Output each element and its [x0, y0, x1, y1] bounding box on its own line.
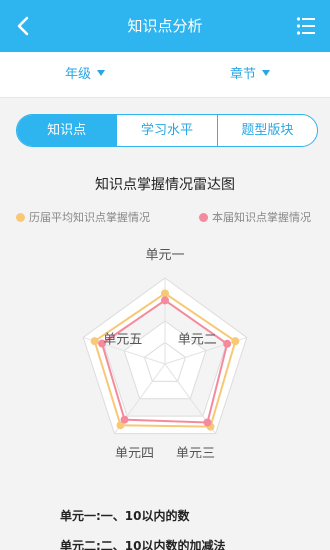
chevron-down-icon [262, 69, 271, 76]
segmented-tabs: 知识点 学习水平 题型版块 [16, 114, 318, 147]
legend-label: 本届知识点掌握情况 [212, 211, 311, 224]
legend-item-history: 历届平均知识点掌握情况 [16, 209, 150, 225]
series-current-point [120, 415, 129, 424]
chart-title: 知识点掌握情况雷达图 [95, 177, 235, 193]
chapter-dropdown-label: 章节 [230, 67, 257, 82]
series-current-point [161, 296, 169, 305]
legend-dot [16, 212, 25, 222]
series-history-point [231, 337, 240, 346]
content-area: 知识点 学习水平 题型版块 知识点掌握情况雷达图 历届平均知识点掌握情况 本届知… [0, 98, 330, 550]
legend-dot [199, 212, 208, 222]
chart-legend: 历届平均知识点掌握情况 本届知识点掌握情况 [0, 209, 330, 225]
tab-question-type[interactable]: 题型版块 [216, 115, 317, 146]
series-history-point [161, 289, 169, 298]
legend-label: 历届平均知识点掌握情况 [29, 211, 150, 224]
axis-label: 单元一 [145, 248, 184, 263]
tab-learning-level[interactable]: 学习水平 [116, 115, 216, 146]
series-current-point [203, 418, 212, 427]
filter-bar: 年级 章节 [0, 52, 330, 98]
list-menu-icon[interactable] [296, 16, 316, 36]
axis-label: 单元五 [103, 332, 142, 347]
unit-description: 单元一:一、10以内的数 [60, 509, 190, 523]
grade-dropdown[interactable]: 年级 [65, 52, 106, 98]
chevron-down-icon [97, 69, 106, 76]
radar-chart: 单元一单元二单元三 单元四 单元五 [82, 248, 248, 458]
series-history-point [90, 337, 99, 346]
page-title: 知识点分析 [127, 17, 203, 35]
axis-label: 单元四 [115, 447, 154, 458]
series-current-point [223, 339, 232, 348]
unit-description: 单元二:二、10以内数的加减法 [60, 539, 226, 550]
grade-dropdown-label: 年级 [65, 67, 92, 82]
legend-item-current: 本届知识点掌握情况 [199, 209, 311, 225]
tab-knowledge-points[interactable]: 知识点 [17, 115, 117, 146]
axis-label: 单元三 [176, 447, 215, 458]
axis-label: 单元二 [178, 332, 217, 347]
top-app-bar: 知识点分析 [0, 0, 330, 52]
chapter-dropdown[interactable]: 章节 [230, 52, 271, 98]
